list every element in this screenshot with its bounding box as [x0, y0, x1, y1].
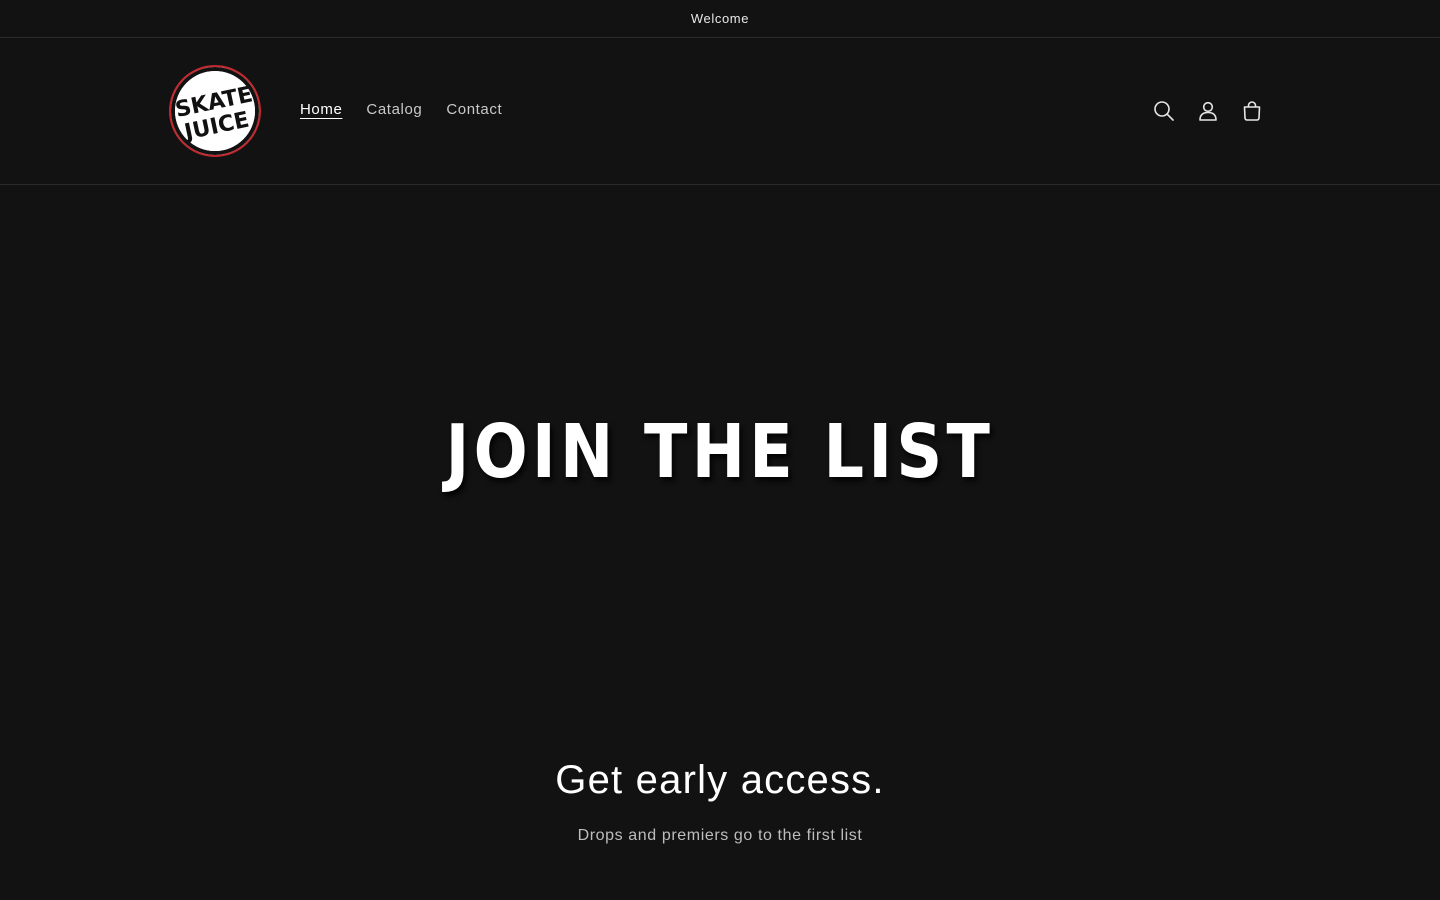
cart-icon: [1243, 101, 1261, 121]
nav-item-home[interactable]: Home: [288, 96, 354, 124]
site-header: SKATE JUICE Home Catalog Contact: [0, 38, 1440, 185]
newsletter-subtext: Drops and premiers go to the first list: [577, 827, 863, 844]
logo-graphic: SKATE JUICE: [173, 71, 255, 151]
newsletter-section: Get early access. Drops and premiers go …: [0, 710, 1440, 845]
newsletter-heading: Get early access.: [555, 758, 885, 802]
cart-button[interactable]: [1230, 89, 1274, 133]
announcement-bar: Welcome: [0, 0, 1440, 38]
header-icons: [1142, 89, 1274, 133]
store-logo[interactable]: SKATE JUICE: [169, 65, 261, 157]
nav-item-contact[interactable]: Contact: [434, 96, 514, 124]
hero-banner: JOIN THE LIST: [0, 185, 1440, 710]
announcement-text: Welcome: [690, 11, 750, 26]
search-button[interactable]: [1142, 89, 1186, 133]
hero-title: JOIN THE LIST: [445, 408, 995, 495]
account-button[interactable]: [1186, 89, 1230, 133]
nav-item-catalog[interactable]: Catalog: [354, 96, 434, 124]
search-icon: [1154, 101, 1174, 121]
main-nav: Home Catalog Contact: [288, 96, 514, 124]
account-icon: [1199, 101, 1217, 121]
